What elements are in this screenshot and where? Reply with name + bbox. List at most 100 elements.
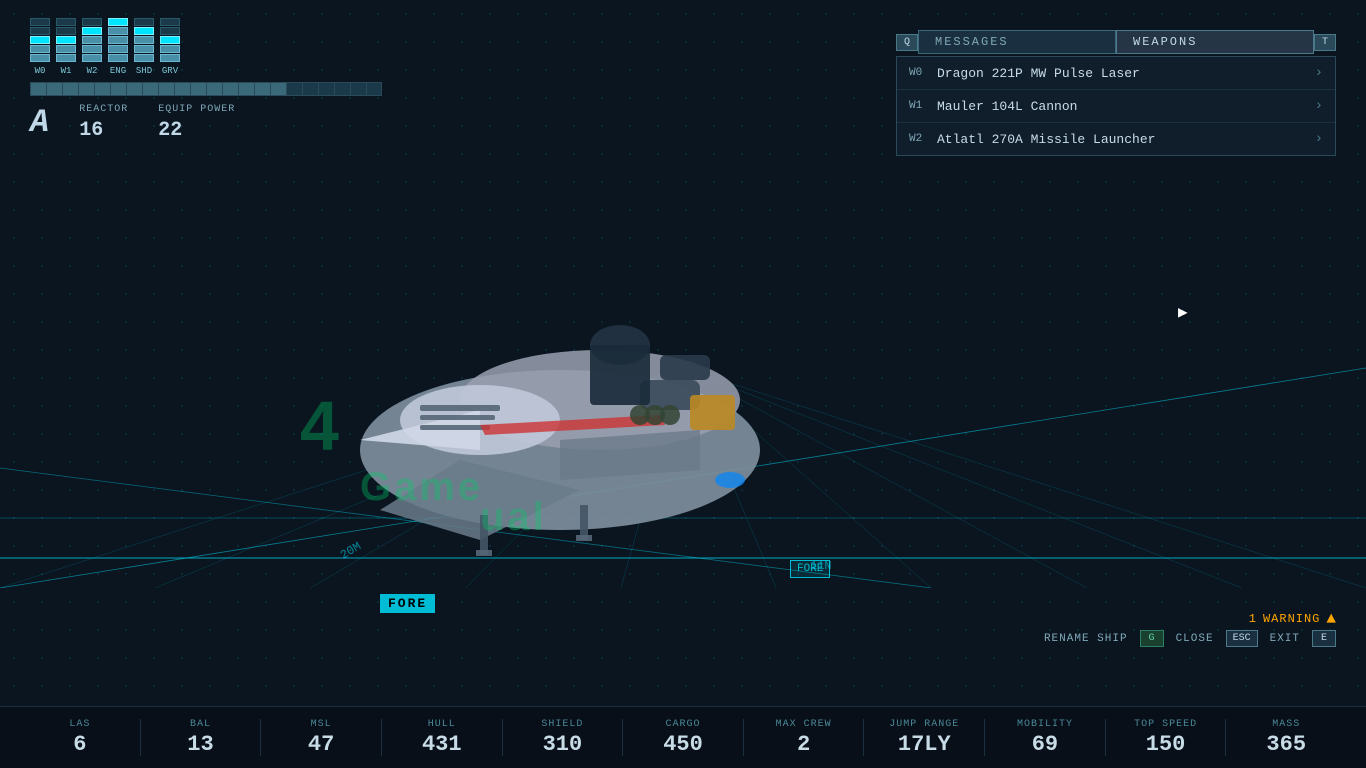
- power-bar-grv[interactable]: GRV: [160, 18, 180, 76]
- stat-max-crew: MAX CREW 2: [744, 719, 865, 756]
- weapons-key[interactable]: T: [1314, 34, 1336, 51]
- track-segment: [142, 82, 158, 96]
- stat-hull: HULL 431: [382, 719, 503, 756]
- weapon-name-label: Dragon 221P MW Pulse Laser: [937, 66, 1315, 81]
- stat-label: CARGO: [666, 719, 701, 730]
- stats-bar: LAS 6 BAL 13 MSL 47 HULL 431 SHIELD 310 CARGO 450 MA…: [0, 706, 1366, 768]
- track-segment: [350, 82, 366, 96]
- stat-label: MASS: [1272, 719, 1300, 730]
- fore-label-bottom: FORE: [380, 594, 435, 613]
- stat-value: 6: [73, 734, 86, 756]
- warning-bar: 1 WARNING ▲: [1249, 610, 1336, 628]
- bar-label-shd: SHD: [136, 66, 152, 76]
- stat-label: TOP SPEED: [1134, 719, 1197, 730]
- stat-label: JUMP RANGE: [889, 719, 959, 730]
- messages-tab[interactable]: MESSAGES: [918, 30, 1116, 54]
- reactor-info: A REACTOR 16 EQUIP POWER 22: [30, 104, 382, 142]
- track-segment: [46, 82, 62, 96]
- equip-power-label: EQUIP POWER: [158, 104, 235, 115]
- track-segment: [62, 82, 78, 96]
- weapons-tab[interactable]: WEAPONS: [1116, 30, 1314, 54]
- power-bar-eng[interactable]: ENG: [108, 18, 128, 76]
- bar-label-w2: W2: [87, 66, 98, 76]
- stat-value: 69: [1032, 734, 1058, 756]
- track-segment: [190, 82, 206, 96]
- power-bars-container: W0 W1 W2 ENG SHD GRV: [30, 18, 382, 76]
- stat-label: MAX CREW: [776, 719, 832, 730]
- bar-label-eng: ENG: [110, 66, 126, 76]
- power-bar-shd[interactable]: SHD: [134, 18, 154, 76]
- weapon-row-w2[interactable]: W2Atlatl 270A Missile Launcher›: [897, 123, 1335, 155]
- reactor-grade: A: [30, 107, 49, 139]
- weapon-arrow-icon: ›: [1315, 131, 1323, 147]
- stat-label: HULL: [428, 719, 456, 730]
- equip-power-value: 22: [158, 119, 235, 142]
- ship-viewport: 4 Game ual: [200, 220, 880, 600]
- weapon-name-label: Mauler 104L Cannon: [937, 99, 1315, 114]
- stat-label: MSL: [311, 719, 332, 730]
- stat-las: LAS 6: [20, 719, 141, 756]
- stat-label: SHIELD: [541, 719, 583, 730]
- track-segment: [318, 82, 334, 96]
- stat-mass: MASS 365: [1226, 719, 1346, 756]
- track-segment: [158, 82, 174, 96]
- action-bar: RENAME SHIP G CLOSE ESC EXIT E: [1044, 630, 1336, 647]
- track-segment: [94, 82, 110, 96]
- power-track: [30, 82, 382, 96]
- stat-jump-range: JUMP RANGE 17LY: [864, 719, 985, 756]
- stat-top-speed: TOP SPEED 150: [1106, 719, 1227, 756]
- exit-label: EXIT: [1270, 633, 1300, 645]
- track-segment: [238, 82, 254, 96]
- track-segment: [126, 82, 142, 96]
- stat-value: 450: [663, 734, 703, 756]
- stat-mobility: MOBILITY69: [985, 719, 1106, 756]
- track-segment: [110, 82, 126, 96]
- stat-shield: SHIELD 310: [503, 719, 624, 756]
- stat-value: 13: [187, 734, 213, 756]
- close-key[interactable]: ESC: [1226, 630, 1258, 647]
- stat-value: 310: [543, 734, 583, 756]
- bar-label-w1: W1: [61, 66, 72, 76]
- stat-value: 2: [797, 734, 810, 756]
- track-segment: [206, 82, 222, 96]
- stat-value: 431: [422, 734, 462, 756]
- power-panel: W0 W1 W2 ENG SHD GRV A REACTOR 16 EQUIP POWER…: [30, 18, 382, 142]
- stat-label: LAS: [69, 719, 90, 730]
- weapon-row-w1[interactable]: W1Mauler 104L Cannon›: [897, 90, 1335, 123]
- power-bar-w2[interactable]: W2: [82, 18, 102, 76]
- track-segment: [174, 82, 190, 96]
- exit-key[interactable]: E: [1312, 630, 1336, 647]
- stat-bal: BAL 13: [141, 719, 262, 756]
- weapon-row-w0[interactable]: W0Dragon 221P MW Pulse Laser›: [897, 57, 1335, 90]
- warning-icon: ▲: [1326, 610, 1336, 628]
- track-segment: [30, 82, 46, 96]
- messages-key[interactable]: Q: [896, 34, 918, 51]
- track-segment: [334, 82, 350, 96]
- weapon-arrow-icon: ›: [1315, 65, 1323, 81]
- rename-ship-label: RENAME SHIP: [1044, 633, 1128, 645]
- weapon-slot-label: W1: [909, 100, 937, 112]
- weapon-arrow-icon: ›: [1315, 98, 1323, 114]
- warning-count: 1: [1249, 612, 1257, 626]
- reactor-label: REACTOR: [79, 104, 128, 115]
- bar-label-w0: W0: [35, 66, 46, 76]
- warning-label: WARNING: [1263, 612, 1320, 626]
- track-segment: [366, 82, 382, 96]
- stat-value: 150: [1146, 734, 1186, 756]
- svg-text:4: 4: [300, 387, 339, 465]
- stat-msl: MSL 47: [261, 719, 382, 756]
- stat-value: 365: [1266, 734, 1306, 756]
- rename-ship-key[interactable]: G: [1140, 630, 1164, 647]
- stat-label: BAL: [190, 719, 211, 730]
- stat-value: 17LY: [898, 734, 951, 756]
- grid-measure-11n: 11N: [810, 559, 832, 573]
- weapon-list: W0Dragon 221P MW Pulse Laser›W1Mauler 10…: [896, 56, 1336, 156]
- svg-text:ual: ual: [480, 495, 547, 539]
- right-panel: Q MESSAGES WEAPONS T W0Dragon 221P MW Pu…: [896, 30, 1336, 156]
- track-segment: [222, 82, 238, 96]
- power-bar-w0[interactable]: W0: [30, 18, 50, 76]
- stat-value: 47: [308, 734, 334, 756]
- track-segment: [302, 82, 318, 96]
- close-label: CLOSE: [1176, 633, 1214, 645]
- power-bar-w1[interactable]: W1: [56, 18, 76, 76]
